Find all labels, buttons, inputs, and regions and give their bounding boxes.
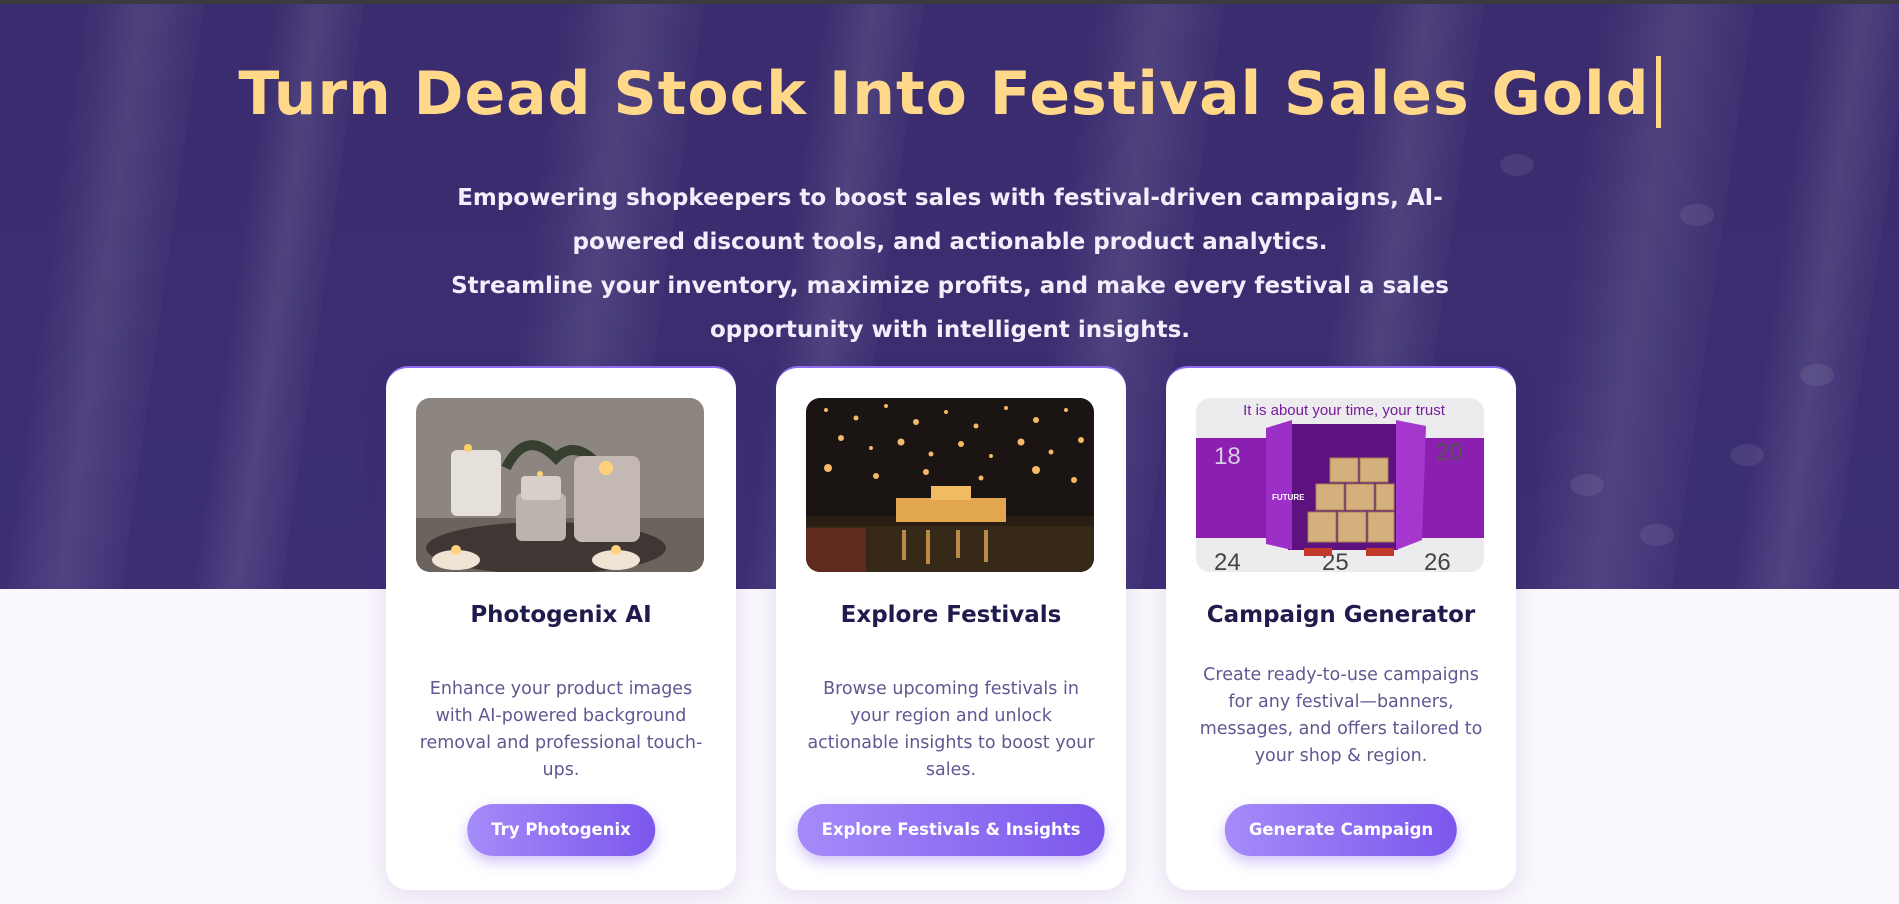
card-description: Enhance your product images with AI-powe…	[419, 679, 703, 780]
page-title-text: Turn Dead Stock Into Festival Sales Gold	[238, 59, 1650, 129]
hero-subtitle-line: Empowering shopkeepers to boost sales wi…	[457, 185, 1443, 255]
ad-brand: FUTURE	[1272, 493, 1305, 502]
explore-festivals-button[interactable]: Explore Festivals & Insights	[797, 804, 1105, 856]
hero-subtitle-line: Streamline your inventory, maximize prof…	[451, 273, 1449, 343]
card-title: Explore Festivals	[840, 602, 1062, 628]
candles-photo	[416, 398, 704, 572]
card-title: Photogenix AI	[470, 602, 652, 628]
card-title: Campaign Generator	[1206, 602, 1476, 628]
hero-bg-texture	[1570, 474, 1604, 496]
hero-bg-texture	[1800, 364, 1834, 386]
card-description: Browse upcoming festivals in your region…	[807, 679, 1095, 780]
hero-bg-texture	[1640, 524, 1674, 546]
ad-number: 26	[1424, 549, 1451, 572]
hero-bg-texture	[1730, 444, 1764, 466]
hero-bg-texture	[1500, 154, 1534, 176]
generate-campaign-button[interactable]: Generate Campaign	[1224, 804, 1458, 856]
feature-card-festivals: Explore Festivals Browse upcoming festiv…	[776, 366, 1126, 890]
feature-card-campaign: It is about your time, your trust 18 20 …	[1166, 366, 1516, 890]
card-description: Create ready-to-use campaigns for any fe…	[1199, 665, 1483, 766]
ad-number: 24	[1214, 549, 1241, 572]
ad-number: 18	[1214, 443, 1241, 470]
feature-card-photogenix: Photogenix AI Enhance your product image…	[386, 366, 736, 890]
lanterns-festival-photo	[806, 398, 1094, 572]
try-photogenix-button[interactable]: Try Photogenix	[467, 804, 655, 856]
hero-subtitle: Empowering shopkeepers to boost sales wi…	[430, 176, 1470, 352]
text-caret	[1655, 56, 1661, 128]
calendar-box-ad: It is about your time, your trust 18 20 …	[1196, 398, 1484, 572]
page-title: Turn Dead Stock Into Festival Sales Gold	[0, 56, 1899, 129]
ad-number: 20	[1436, 439, 1463, 466]
hero-bg-texture	[1680, 204, 1714, 226]
ad-tagline: It is about your time, your trust	[1243, 402, 1446, 419]
